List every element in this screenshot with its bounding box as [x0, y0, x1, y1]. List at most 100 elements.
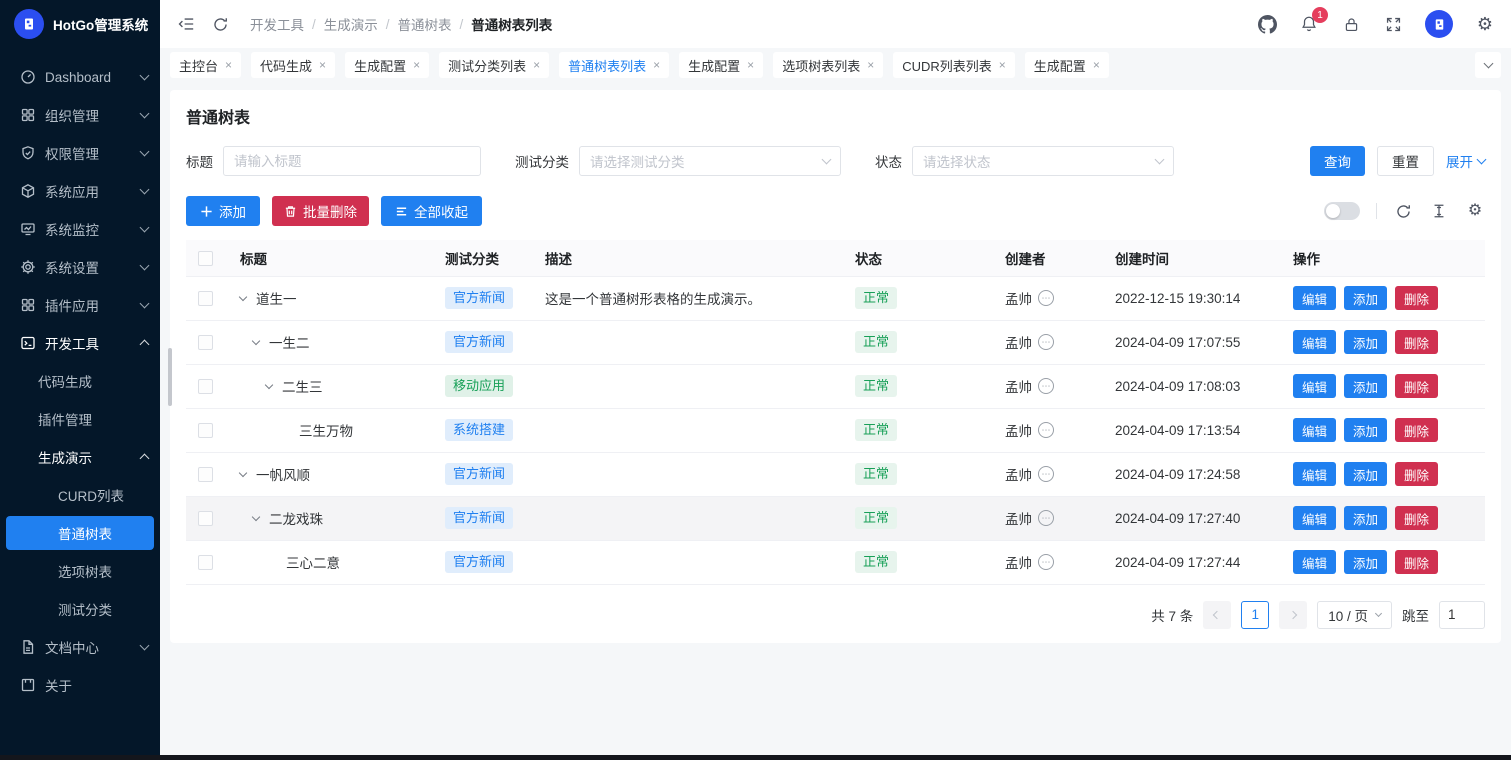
sidebar-item-gen-demo[interactable]: 生成演示	[0, 438, 160, 476]
delete-button[interactable]: 删除	[1395, 374, 1438, 398]
edit-button[interactable]: 编辑	[1293, 286, 1336, 310]
add-child-button[interactable]: 添加	[1344, 374, 1387, 398]
sidebar-item-normal-tree[interactable]: 普通树表	[6, 516, 154, 550]
sidebar-item-code-gen[interactable]: 代码生成	[0, 362, 160, 400]
tab-chip[interactable]: 主控台×	[170, 52, 241, 78]
creator-more-icon[interactable]: ⋯	[1038, 510, 1054, 526]
add-child-button[interactable]: 添加	[1344, 462, 1387, 486]
tab-chip[interactable]: 选项树表列表×	[773, 52, 883, 78]
close-icon[interactable]: ×	[867, 58, 874, 72]
sidebar-item-org[interactable]: 组织管理	[0, 96, 160, 134]
refresh-icon[interactable]	[210, 14, 230, 34]
tab-chip-active[interactable]: 普通树表列表×	[559, 52, 669, 78]
search-button[interactable]: 查询	[1310, 146, 1365, 176]
tree-expand-icon[interactable]	[240, 297, 256, 300]
add-child-button[interactable]: 添加	[1344, 506, 1387, 530]
category-filter-select[interactable]: 请选择测试分类	[579, 146, 841, 176]
tab-chip[interactable]: 生成配置×	[345, 52, 429, 78]
creator-more-icon[interactable]: ⋯	[1038, 554, 1054, 570]
breadcrumb-item[interactable]: 普通树表	[398, 14, 452, 34]
creator-more-icon[interactable]: ⋯	[1038, 422, 1054, 438]
edit-button[interactable]: 编辑	[1293, 550, 1336, 574]
tree-expand-icon[interactable]	[266, 385, 282, 388]
add-child-button[interactable]: 添加	[1344, 330, 1387, 354]
batch-delete-button[interactable]: 批量删除	[272, 196, 369, 226]
striped-toggle[interactable]	[1324, 202, 1360, 220]
close-icon[interactable]: ×	[999, 58, 1006, 72]
add-button[interactable]: 添加	[186, 196, 260, 226]
sidebar-item-plugin-app[interactable]: 插件应用	[0, 286, 160, 324]
breadcrumb-item[interactable]: 开发工具	[250, 14, 304, 34]
user-avatar[interactable]	[1425, 10, 1453, 38]
row-height-icon[interactable]	[1429, 201, 1449, 221]
close-icon[interactable]: ×	[747, 58, 754, 72]
tab-chip[interactable]: 生成配置×	[679, 52, 763, 78]
expand-toggle[interactable]: 展开	[1446, 151, 1485, 171]
sidebar-item-plugin-manage[interactable]: 插件管理	[0, 400, 160, 438]
sidebar-item-dev-tools[interactable]: 开发工具	[0, 324, 160, 362]
sidebar-item-doc-center[interactable]: 文档中心	[0, 628, 160, 666]
page-number-button[interactable]: 1	[1241, 601, 1269, 629]
title-filter-input[interactable]	[234, 154, 470, 169]
page-size-select[interactable]: 10 / 页	[1317, 601, 1392, 629]
tree-expand-icon[interactable]	[240, 473, 256, 476]
edit-button[interactable]: 编辑	[1293, 330, 1336, 354]
creator-more-icon[interactable]: ⋯	[1038, 290, 1054, 306]
sidebar-item-permission[interactable]: 权限管理	[0, 134, 160, 172]
row-checkbox[interactable]	[198, 511, 213, 526]
row-checkbox[interactable]	[198, 423, 213, 438]
add-child-button[interactable]: 添加	[1344, 550, 1387, 574]
tabs-dropdown-button[interactable]	[1475, 52, 1501, 78]
add-child-button[interactable]: 添加	[1344, 418, 1387, 442]
sidebar-item-about[interactable]: 关于	[0, 666, 160, 704]
row-checkbox[interactable]	[198, 291, 213, 306]
notification-bell-icon[interactable]: 1	[1299, 14, 1319, 34]
reset-button[interactable]: 重置	[1377, 146, 1434, 176]
row-checkbox[interactable]	[198, 555, 213, 570]
delete-button[interactable]: 删除	[1395, 418, 1438, 442]
add-child-button[interactable]: 添加	[1344, 286, 1387, 310]
lock-icon[interactable]	[1341, 14, 1361, 34]
sidebar-item-system-app[interactable]: 系统应用	[0, 172, 160, 210]
delete-button[interactable]: 删除	[1395, 330, 1438, 354]
collapse-sidebar-icon[interactable]	[176, 14, 196, 34]
edit-button[interactable]: 编辑	[1293, 418, 1336, 442]
creator-more-icon[interactable]: ⋯	[1038, 466, 1054, 482]
close-icon[interactable]: ×	[653, 58, 660, 72]
tab-chip[interactable]: CUDR列表列表×	[893, 52, 1015, 78]
edit-button[interactable]: 编辑	[1293, 462, 1336, 486]
creator-more-icon[interactable]: ⋯	[1038, 378, 1054, 394]
settings-gear-icon[interactable]: ⚙	[1475, 14, 1495, 34]
breadcrumb-item[interactable]: 生成演示	[324, 14, 378, 34]
github-icon[interactable]	[1257, 14, 1277, 34]
tab-chip[interactable]: 生成配置×	[1025, 52, 1109, 78]
sidebar-item-test-category[interactable]: 测试分类	[0, 590, 160, 628]
creator-more-icon[interactable]: ⋯	[1038, 334, 1054, 350]
row-checkbox[interactable]	[198, 335, 213, 350]
close-icon[interactable]: ×	[319, 58, 326, 72]
close-icon[interactable]: ×	[1093, 58, 1100, 72]
fullscreen-icon[interactable]	[1383, 14, 1403, 34]
delete-button[interactable]: 删除	[1395, 286, 1438, 310]
prev-page-button[interactable]	[1203, 601, 1231, 629]
edit-button[interactable]: 编辑	[1293, 506, 1336, 530]
tree-expand-icon[interactable]	[253, 341, 269, 344]
close-icon[interactable]: ×	[533, 58, 540, 72]
sidebar-item-option-tree[interactable]: 选项树表	[0, 552, 160, 590]
tab-chip[interactable]: 代码生成×	[251, 52, 335, 78]
row-checkbox[interactable]	[198, 467, 213, 482]
column-settings-gear-icon[interactable]: ⚙	[1465, 201, 1485, 221]
status-filter-select[interactable]: 请选择状态	[912, 146, 1174, 176]
collapse-all-button[interactable]: 全部收起	[381, 196, 482, 226]
edit-button[interactable]: 编辑	[1293, 374, 1336, 398]
tree-expand-icon[interactable]	[253, 517, 269, 520]
next-page-button[interactable]	[1279, 601, 1307, 629]
scrollbar-thumb[interactable]	[168, 348, 172, 406]
sidebar-item-curd-list[interactable]: CURD列表	[0, 476, 160, 514]
logo[interactable]: HotGo管理系统	[0, 0, 160, 48]
delete-button[interactable]: 删除	[1395, 550, 1438, 574]
row-checkbox[interactable]	[198, 379, 213, 394]
delete-button[interactable]: 删除	[1395, 462, 1438, 486]
close-icon[interactable]: ×	[413, 58, 420, 72]
sidebar-item-settings[interactable]: 系统设置	[0, 248, 160, 286]
